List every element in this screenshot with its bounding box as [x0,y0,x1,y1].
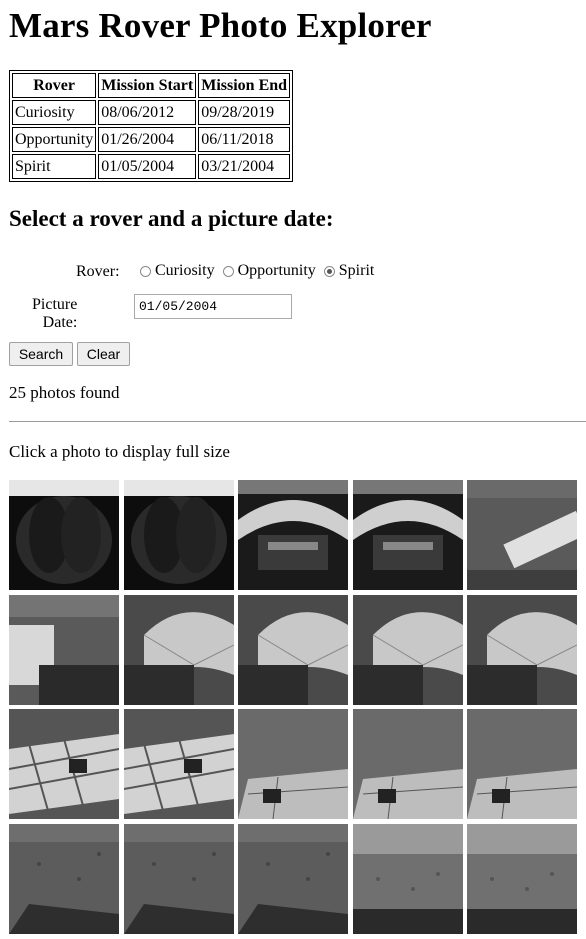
photo-thumbnail[interactable] [353,595,463,705]
gallery-hint: Click a photo to display full size [9,442,230,461]
rover-option-spirit[interactable]: Spirit [323,262,375,280]
table-cell: 09/28/2019 [198,100,291,125]
table-row: Spirit 01/05/2004 03/21/2004 [12,154,291,179]
table-row: Curiosity 08/06/2012 09/28/2019 [12,100,291,125]
table-cell: 03/21/2004 [198,154,291,179]
photo-thumbnail[interactable] [353,709,463,819]
table-cell: Curiosity [12,100,97,125]
photo-thumbnail[interactable] [238,595,348,705]
radio-opportunity[interactable] [222,265,234,277]
table-row: Opportunity 01/26/2004 06/11/2018 [12,127,291,152]
column-header-rover: Rover [12,73,97,98]
rover-option-opportunity[interactable]: Opportunity [222,262,316,280]
radio-label: Curiosity [155,262,215,279]
photo-thumbnail[interactable] [353,480,463,590]
photo-thumbnail[interactable] [467,709,577,819]
clear-button[interactable]: Clear [77,342,130,366]
photo-thumbnail[interactable] [467,480,577,590]
photo-thumbnail[interactable] [9,595,119,705]
column-header-mission-end: Mission End [198,73,291,98]
photo-thumbnail[interactable] [238,480,348,590]
form-heading: Select a rover and a picture date: [9,206,334,231]
photo-thumbnail[interactable] [124,824,234,934]
radio-curiosity[interactable] [140,265,151,277]
photo-thumbnail[interactable] [124,709,234,819]
rover-label: Rover: [76,263,120,280]
table-header-row: Rover Mission Start Mission End [12,73,291,98]
photo-thumbnail[interactable] [467,824,577,934]
radio-label: Opportunity [237,262,316,279]
divider [9,421,586,422]
page-title: Mars Rover Photo Explorer [9,6,432,45]
table-cell: 01/26/2004 [98,127,197,152]
radio-spirit[interactable] [323,265,335,277]
rover-option-curiosity[interactable]: Curiosity [140,262,215,280]
table-cell: 06/11/2018 [198,127,291,152]
table-cell: Opportunity [12,127,97,152]
photo-thumbnail[interactable] [124,595,234,705]
table-cell: 01/05/2004 [98,154,197,179]
photo-thumbnail[interactable] [238,709,348,819]
search-button[interactable]: Search [9,342,73,366]
table-cell: 08/06/2012 [98,100,197,125]
photo-thumbnail[interactable] [353,824,463,934]
photo-thumbnail[interactable] [238,824,348,934]
photo-thumbnail[interactable] [9,480,119,590]
table-cell: Spirit [12,154,97,179]
rover-radio-group: Curiosity Opportunity Spirit [140,262,382,280]
missions-table: Rover Mission Start Mission End Curiosit… [9,70,294,182]
photo-thumbnail[interactable] [9,824,119,934]
photo-thumbnail[interactable] [124,480,234,590]
photo-count: 25 photos found [9,383,120,402]
picture-date-label: Picture Date: [32,296,78,331]
column-header-mission-start: Mission Start [98,73,197,98]
photo-thumbnail[interactable] [9,709,119,819]
photo-thumbnail[interactable] [467,595,577,705]
picture-date-input[interactable]: 01/05/2004 [134,294,292,319]
radio-label: Spirit [338,262,375,279]
